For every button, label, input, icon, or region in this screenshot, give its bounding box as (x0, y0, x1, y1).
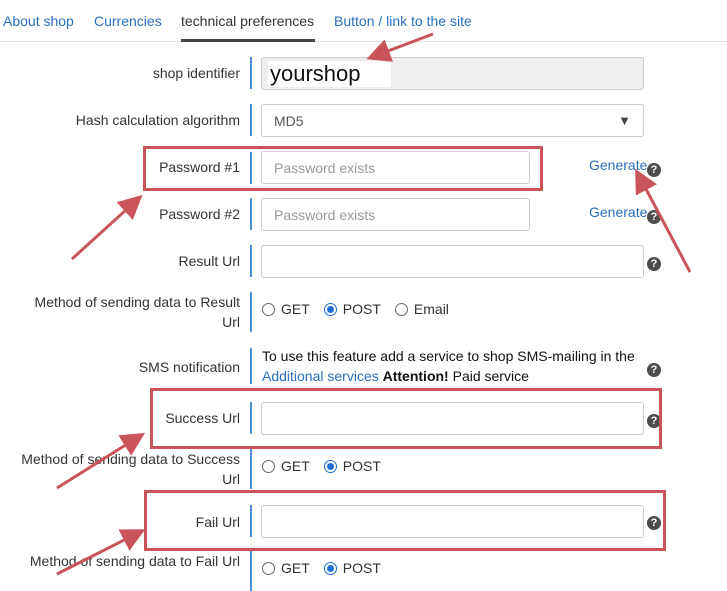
row-divider (250, 198, 252, 230)
arrow-to-password1 (70, 194, 143, 261)
generate-password2-button[interactable]: Generate (589, 204, 647, 220)
fail-method-post[interactable]: POST (323, 560, 381, 576)
caret-down-icon: ▼ (618, 113, 631, 128)
shop-identifier-field: yourshop (261, 57, 644, 90)
radio-button[interactable] (323, 561, 337, 575)
radio-label: Email (413, 301, 449, 317)
radio-label: POST (342, 301, 381, 317)
password2-placeholder: Password exists (274, 206, 376, 223)
radio-label: GET (281, 301, 310, 317)
password2-label: Password #2 (159, 206, 240, 222)
row-divider (250, 245, 252, 277)
radio-label: POST (342, 458, 381, 474)
question-circle-icon[interactable]: ? (647, 163, 661, 177)
hash-algorithm-value: MD5 (274, 112, 304, 129)
row-divider (250, 551, 252, 591)
radio-label: POST (342, 560, 381, 576)
tab-button-link[interactable]: Button / link to the site (334, 13, 472, 29)
shop-identifier-value: yourshop (268, 60, 391, 87)
generate-password1-button[interactable]: Generate (589, 157, 647, 173)
row-divider (250, 57, 252, 89)
success-method-post[interactable]: POST (323, 458, 381, 474)
radio-button[interactable] (262, 302, 275, 316)
success-method-label: Method of sending data to Success Url (21, 451, 240, 487)
hash-algorithm-label: Hash calculation algorithm (75, 112, 240, 128)
result-method-get[interactable]: GET (262, 301, 310, 317)
radio-button[interactable] (262, 561, 275, 575)
success-method-get[interactable]: GET (262, 458, 310, 474)
tab-bar: About shop Currencies technical preferen… (0, 0, 727, 42)
shop-identifier-label: shop identifier (152, 65, 240, 81)
result-method-radios: GET POST Email (262, 301, 463, 317)
result-method-post[interactable]: POST (323, 301, 381, 317)
radio-button[interactable] (394, 302, 408, 316)
sms-text-before: To use this feature add a service to sho… (262, 348, 635, 364)
sms-notification-text: To use this feature add a service to sho… (262, 346, 642, 386)
result-url-input[interactable] (261, 245, 644, 278)
fail-method-get[interactable]: GET (262, 560, 310, 576)
active-tab-indicator (181, 39, 315, 42)
success-method-radios: GET POST (262, 458, 395, 474)
result-method-email[interactable]: Email (394, 301, 449, 317)
question-circle-icon[interactable]: ? (647, 363, 661, 377)
tab-currencies[interactable]: Currencies (94, 13, 162, 29)
password2-input[interactable]: Password exists (261, 198, 530, 231)
paid-service-text: Paid service (452, 368, 529, 384)
result-url-label: Result Url (178, 253, 240, 269)
tab-about-shop[interactable]: About shop (3, 13, 74, 29)
question-circle-icon[interactable]: ? (647, 210, 661, 224)
hash-algorithm-select[interactable]: MD5 ▼ (261, 104, 644, 137)
fail-method-label: Method of sending data to Fail Url (29, 553, 240, 569)
attention-text: Attention! (382, 368, 449, 384)
annotation-box-password1 (143, 146, 543, 191)
radio-button[interactable] (323, 302, 337, 316)
row-divider (250, 449, 252, 489)
tab-technical-preferences[interactable]: technical preferences (181, 13, 314, 29)
row-divider (250, 292, 252, 332)
question-circle-icon[interactable]: ? (647, 257, 661, 271)
fail-method-radios: GET POST (262, 560, 395, 576)
radio-button[interactable] (323, 459, 337, 473)
sms-notification-label: SMS notification (138, 359, 240, 375)
annotation-box-success-url (150, 388, 662, 449)
radio-label: GET (281, 560, 310, 576)
result-method-label: Method of sending data to Result Url (34, 294, 240, 330)
row-divider (250, 348, 252, 384)
radio-label: GET (281, 458, 310, 474)
row-divider (250, 104, 252, 136)
radio-button[interactable] (262, 459, 275, 473)
arrow-to-generate (635, 168, 692, 273)
annotation-box-fail-url (144, 490, 666, 551)
additional-services-link[interactable]: Additional services (262, 368, 379, 384)
